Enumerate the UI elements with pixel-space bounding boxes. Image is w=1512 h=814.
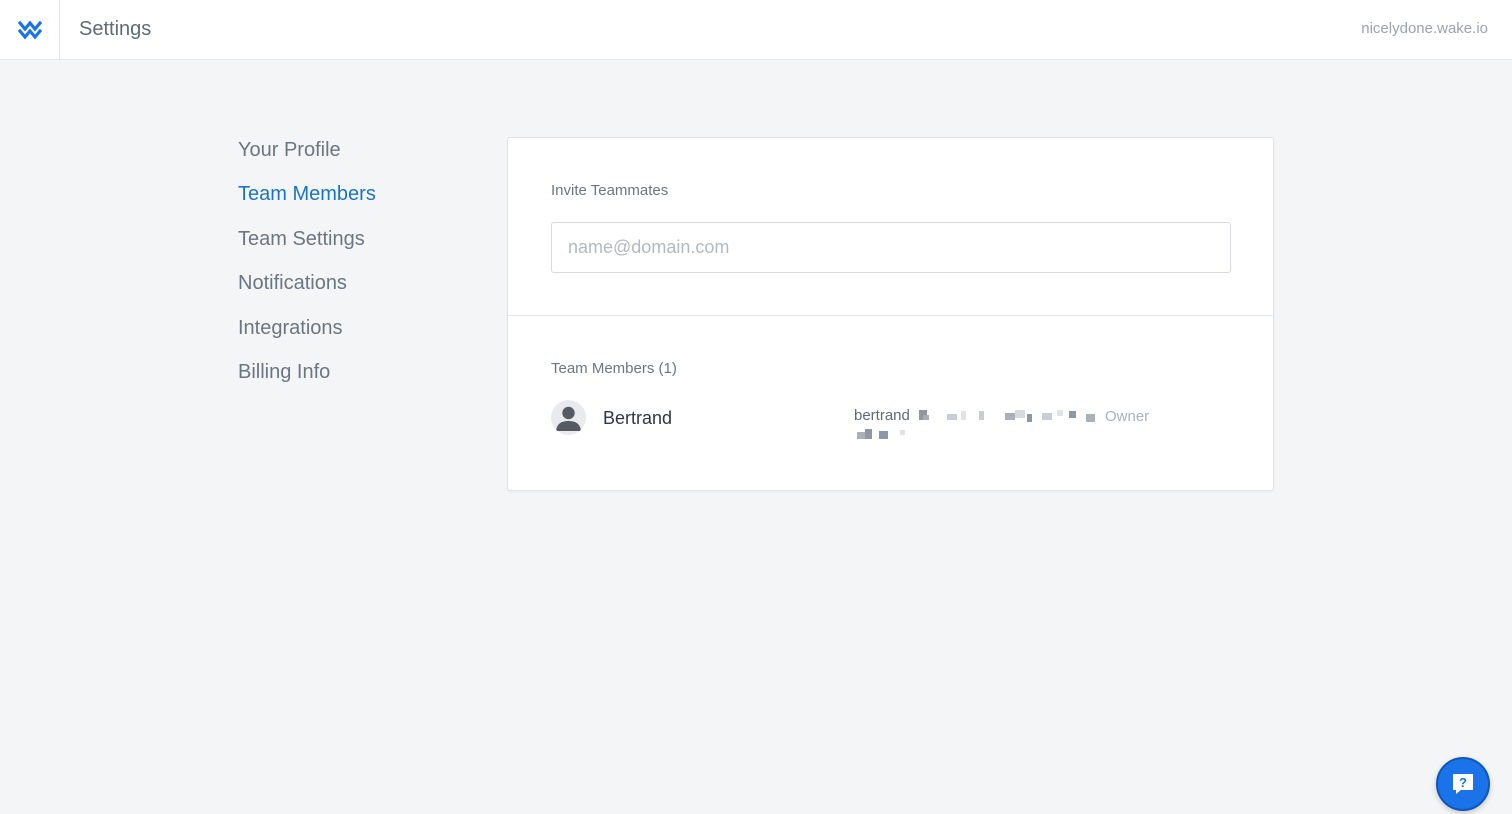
logo-box[interactable] [0,0,60,59]
member-role: Owner [1105,408,1150,425]
member-row: Bertrand bertrand Owner [551,400,1231,450]
help-chat-icon: ? [1453,774,1473,794]
nav-item-integrations[interactable]: Integrations [238,314,478,358]
settings-nav: Your Profile Team Members Team Settings … [238,136,478,402]
invite-label: Invite Teammates [551,182,669,199]
workspace-domain: nicelydone.wake.io [1361,20,1488,37]
avatar [551,400,586,435]
page-title: Settings [79,18,152,40]
nav-item-notifications[interactable]: Notifications [238,269,478,313]
wake-logo-icon [17,20,42,39]
user-avatar-icon [556,406,581,431]
nav-item-team-members[interactable]: Team Members [238,180,478,224]
member-email: bertrand [854,407,910,424]
team-members-label: Team Members (1) [551,360,677,377]
invite-email-input[interactable] [551,222,1231,273]
team-members-card: Invite Teammates Team Members (1) Bertra… [507,137,1274,491]
nav-item-team-settings[interactable]: Team Settings [238,225,478,269]
nav-item-your-profile[interactable]: Your Profile [238,136,478,180]
top-bar: Settings nicelydone.wake.io [0,0,1512,60]
nav-item-billing-info[interactable]: Billing Info [238,358,478,402]
invite-section: Invite Teammates [508,138,1273,316]
svg-text:?: ? [1459,775,1467,790]
help-chat-button[interactable]: ? [1436,757,1490,811]
member-name: Bertrand [603,408,673,428]
